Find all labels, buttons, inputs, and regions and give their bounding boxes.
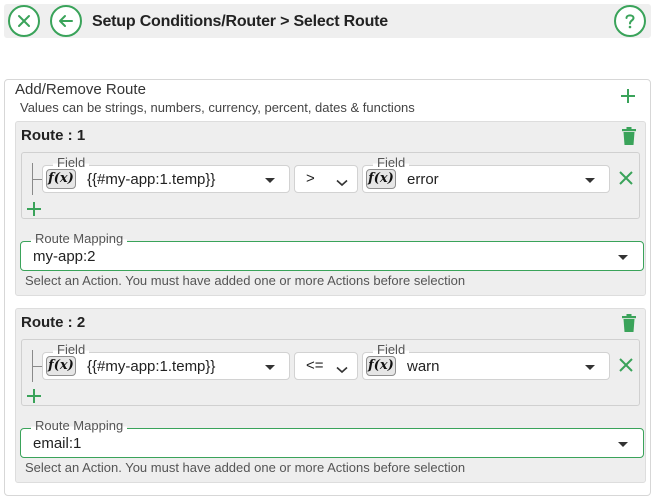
page-title: Setup Conditions/Router > Select Route bbox=[92, 13, 388, 30]
chevron-down-icon bbox=[336, 361, 348, 379]
left-field-select[interactable]: Field f(x) {{#my-app:1.temp}} bbox=[42, 156, 290, 193]
trash-icon[interactable] bbox=[621, 314, 637, 337]
function-toggle-button[interactable]: f(x) bbox=[366, 169, 396, 189]
add-route-plus-icon[interactable] bbox=[619, 87, 637, 105]
caret-down-icon bbox=[585, 178, 595, 183]
right-field-select[interactable]: Field f(x) error bbox=[362, 156, 610, 193]
tree-branch bbox=[32, 366, 42, 367]
mapping-label: Route Mapping bbox=[31, 232, 128, 246]
caret-down-icon bbox=[618, 255, 628, 260]
add-condition-plus-icon[interactable] bbox=[26, 388, 42, 409]
panel-subtitle: Values can be strings, numbers, currency… bbox=[20, 100, 415, 115]
caret-down-icon bbox=[585, 365, 595, 370]
field-label: Field bbox=[53, 343, 90, 357]
back-arrow-icon[interactable] bbox=[50, 5, 82, 37]
route-card-1: Route : 1 Field f(x) {{#my-app:1.temp}} … bbox=[15, 121, 646, 296]
route-title: Route : 1 bbox=[21, 127, 86, 144]
route-mapping-select[interactable]: Route Mapping my-app:2 bbox=[20, 232, 644, 271]
operator-select[interactable]: > bbox=[294, 165, 358, 193]
trash-icon[interactable] bbox=[621, 127, 637, 150]
caret-down-icon bbox=[618, 442, 628, 447]
route-card-2: Route : 2 Field f(x) {{#my-app:1.temp}} … bbox=[15, 308, 646, 483]
helper-text: Select an Action. You must have added on… bbox=[25, 273, 466, 288]
field-value: {{#my-app:1.temp}} bbox=[87, 358, 216, 375]
condition-group: Field f(x) {{#my-app:1.temp}} <= Field f… bbox=[21, 339, 640, 406]
remove-condition-icon[interactable] bbox=[618, 170, 634, 191]
operator-value: <= bbox=[306, 357, 324, 374]
help-question-icon[interactable] bbox=[614, 5, 646, 37]
field-value: warn bbox=[407, 358, 440, 375]
function-toggle-button[interactable]: f(x) bbox=[46, 169, 76, 189]
close-icon[interactable] bbox=[8, 5, 40, 37]
field-value: {{#my-app:1.temp}} bbox=[87, 171, 216, 188]
chevron-down-icon bbox=[336, 174, 348, 192]
operator-value: > bbox=[306, 170, 315, 187]
remove-condition-icon[interactable] bbox=[618, 357, 634, 378]
route-mapping-select[interactable]: Route Mapping email:1 bbox=[20, 419, 644, 458]
tree-branch bbox=[32, 179, 42, 180]
left-field-select[interactable]: Field f(x) {{#my-app:1.temp}} bbox=[42, 343, 290, 380]
function-toggle-button[interactable]: f(x) bbox=[366, 356, 396, 376]
field-label: Field bbox=[373, 343, 410, 357]
function-toggle-button[interactable]: f(x) bbox=[46, 356, 76, 376]
operator-select[interactable]: <= bbox=[294, 352, 358, 380]
caret-down-icon bbox=[265, 365, 275, 370]
panel-title: Add/Remove Route bbox=[15, 81, 146, 98]
route-panel: Add/Remove Route Values can be strings, … bbox=[4, 79, 651, 496]
helper-text: Select an Action. You must have added on… bbox=[25, 460, 466, 475]
route-title: Route : 2 bbox=[21, 314, 86, 331]
field-label: Field bbox=[373, 156, 410, 170]
field-value: error bbox=[407, 171, 439, 188]
header-bar: Setup Conditions/Router > Select Route bbox=[4, 4, 651, 38]
caret-down-icon bbox=[265, 178, 275, 183]
add-condition-plus-icon[interactable] bbox=[26, 201, 42, 222]
mapping-label: Route Mapping bbox=[31, 419, 128, 433]
right-field-select[interactable]: Field f(x) warn bbox=[362, 343, 610, 380]
mapping-value: email:1 bbox=[33, 435, 82, 452]
field-label: Field bbox=[53, 156, 90, 170]
mapping-value: my-app:2 bbox=[33, 248, 96, 265]
condition-group: Field f(x) {{#my-app:1.temp}} > Field f(… bbox=[21, 152, 640, 219]
